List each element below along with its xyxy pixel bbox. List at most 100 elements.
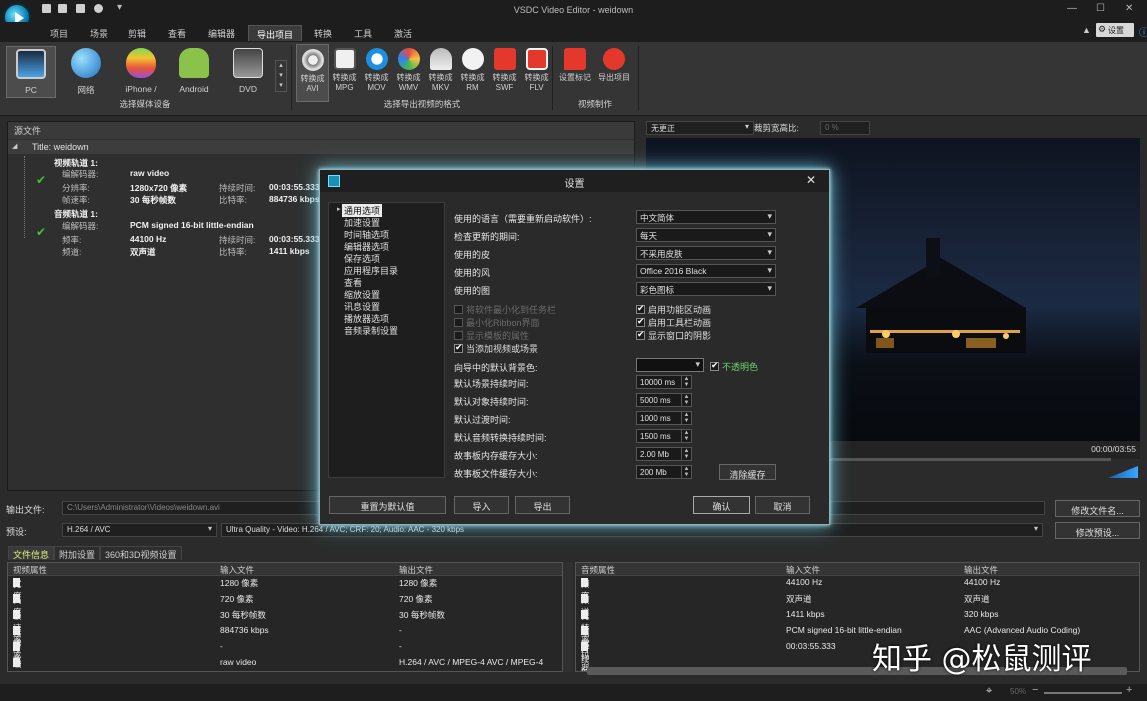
convert-avi-button[interactable]: 转换成 AVI — [296, 44, 329, 102]
ok-button[interactable]: 确认 — [693, 496, 750, 514]
menu-convert[interactable]: 转换 — [306, 25, 340, 41]
spin-input[interactable]: 1000 ms ▲ ▼ — [636, 411, 692, 425]
spin-arrows-icon[interactable]: ▲ ▼ — [681, 448, 691, 460]
minimize-icon[interactable]: — — [1067, 3, 1077, 14]
settings-checkbox[interactable]: 当添加视频或场景 — [454, 342, 538, 355]
menu-scene[interactable]: 场景 — [82, 25, 116, 41]
convert-mkv-button[interactable]: 转换成 MKV — [424, 44, 457, 102]
menu-activate[interactable]: 激活 — [386, 25, 420, 41]
convert-swf-button[interactable]: 转换成 SWF — [488, 44, 521, 102]
device-iphone-button[interactable]: iPhone / — [116, 46, 166, 98]
new-project-icon[interactable] — [42, 4, 51, 13]
reset-defaults-button[interactable]: 重置为默认值 — [329, 496, 446, 514]
setting-dropdown[interactable]: 彩色图标 — [636, 282, 776, 296]
table-row[interactable]: 帧速率30 每秒帧数30 每秒帧数 — [8, 608, 562, 645]
settings-checkbox[interactable]: 显示模板的属性 — [454, 329, 529, 342]
undo-icon[interactable] — [94, 4, 103, 13]
table-row[interactable]: 方位-- — [8, 640, 562, 665]
spin-input[interactable]: 10000 ms ▲ ▼ — [636, 375, 692, 389]
open-project-icon[interactable] — [58, 4, 67, 13]
ribbon-collapse-icon[interactable]: ▲ — [1082, 25, 1091, 35]
dialog-close-icon[interactable]: ✕ — [806, 173, 816, 187]
menu-export-project[interactable]: 导出项目 — [248, 25, 303, 41]
setting-dropdown[interactable]: 中文简体 — [636, 210, 776, 224]
table-row[interactable]: 比特率884736 kbps- — [8, 624, 562, 661]
device-dvd-button[interactable]: DVD — [224, 46, 272, 98]
video-track-check-icon: ✔ — [36, 173, 47, 187]
zoom-in-icon[interactable]: + — [1126, 684, 1132, 696]
set-markers-button[interactable]: 设置标记 — [557, 44, 593, 102]
zoom-slider[interactable] — [1044, 692, 1122, 694]
maximize-icon[interactable]: ☐ — [1096, 3, 1105, 14]
correction-select[interactable]: 无更正 — [646, 121, 754, 135]
output-file-field-tail[interactable] — [830, 501, 1045, 515]
table-scrollbar[interactable] — [563, 562, 573, 672]
export-project-button[interactable]: 导出项目 — [595, 44, 633, 102]
bg-color-picker[interactable]: ▾ — [636, 358, 704, 372]
opaque-checkbox[interactable]: 不透明色 — [710, 360, 758, 373]
menu-project[interactable]: 项目 — [42, 25, 76, 41]
table-row[interactable]: 频道双声道双声道 — [576, 592, 1139, 617]
clear-cache-button[interactable]: 清除缓存 — [719, 464, 776, 480]
settings-checkbox[interactable]: 最小化Ribbon界面 — [454, 316, 540, 329]
spin-input[interactable]: 5000 ms ▲ ▼ — [636, 393, 692, 407]
spin-arrows-icon[interactable]: ▲ ▼ — [681, 376, 691, 388]
spin-input[interactable]: 200 Mb ▲ ▼ — [636, 465, 692, 479]
tab-file-info[interactable]: 文件信息 — [8, 546, 55, 560]
quick-access-dropdown-icon[interactable]: ▾ — [117, 2, 122, 13]
setting-dropdown[interactable]: 不采用皮肤 — [636, 246, 776, 260]
convert-wmv-button[interactable]: 转换成 WMV — [392, 44, 425, 102]
spin-arrows-icon[interactable]: ▲ ▼ — [681, 466, 691, 478]
volume-icon[interactable] — [1108, 466, 1138, 478]
convert-rm-button[interactable]: 转换成 RM — [456, 44, 489, 102]
convert-mpg-button[interactable]: 转换成 MPG — [328, 44, 361, 102]
tab-extra-settings[interactable]: 附加设置 — [54, 546, 101, 560]
save-icon[interactable] — [76, 4, 85, 13]
table-row[interactable]: 编解码器 raw video H.264 / AVC / MPEG-4 AVC / … — [8, 656, 562, 671]
setting-dropdown[interactable]: Office 2016 Black — [636, 264, 776, 278]
preset-select[interactable]: Ultra Quality - Video: H.264 / AVC; CRF:… — [221, 523, 1043, 537]
codec-select[interactable]: H.264 / AVC — [62, 523, 217, 537]
device-more-icon[interactable]: ▴ ▾ ▾ — [275, 60, 287, 92]
setting-dropdown[interactable]: 每天 — [636, 228, 776, 242]
table-row[interactable]: 宽度1280 像素1280 像素 — [8, 576, 562, 601]
spin-input[interactable]: 2.00 Mb ▲ ▼ — [636, 447, 692, 461]
title-row[interactable]: ◢ Title: weidown — [8, 140, 634, 154]
spin-arrows-icon[interactable]: ▲ ▼ — [681, 430, 691, 442]
menu-editor[interactable]: 编辑器 — [200, 25, 243, 41]
table-row[interactable]: 频率44100 Hz44100 Hz — [576, 576, 1139, 601]
collapse-icon[interactable]: ◢ — [12, 142, 17, 150]
menu-view[interactable]: 查看 — [160, 25, 194, 41]
close-window-icon[interactable]: ✕ — [1125, 3, 1133, 14]
zoom-out-icon[interactable]: − — [1032, 684, 1038, 696]
cancel-button[interactable]: 取消 — [755, 496, 810, 514]
import-button[interactable]: 导入 — [454, 496, 509, 514]
edit-preset-button[interactable]: 修改预设... — [1055, 522, 1140, 539]
table-row[interactable]: 比特率1411 kbps320 kbps — [576, 608, 1139, 645]
settings-checkbox[interactable]: 启用功能区动画 — [636, 303, 711, 316]
spin-arrows-icon[interactable]: ▲ ▼ — [681, 412, 691, 424]
rename-file-button[interactable]: 修改文件名... — [1055, 500, 1140, 517]
export-button[interactable]: 导出 — [515, 496, 570, 514]
device-web-button[interactable]: 网络 — [62, 46, 110, 98]
menu-edit[interactable]: 剪辑 — [120, 25, 154, 41]
device-pc-button[interactable]: PC — [6, 46, 56, 98]
help-icon[interactable]: ⓘ — [1139, 24, 1147, 39]
menu-tools[interactable]: 工具 — [346, 25, 380, 41]
crosshair-icon[interactable]: ⌖ — [986, 685, 992, 698]
table-row[interactable]: 高度720 像素720 像素 — [8, 592, 562, 617]
device-android-button[interactable]: Android — [168, 46, 220, 98]
crop-ratio-spin[interactable]: 0 % — [820, 121, 870, 135]
spin-arrows-icon[interactable]: ▲ ▼ — [681, 394, 691, 406]
settings-button[interactable]: ⚙ 设置 — [1096, 23, 1134, 37]
flash-icon — [493, 48, 516, 70]
settings-checkbox[interactable]: 启用工具栏动画 — [636, 316, 711, 329]
tab-360-3d-settings[interactable]: 360和3D视频设置 — [100, 546, 182, 560]
convert-mov-button[interactable]: 转换成 MOV — [360, 44, 393, 102]
spin-input[interactable]: 1500 ms ▲ ▼ — [636, 429, 692, 443]
settings-checkbox[interactable]: 显示窗口的阴影 — [636, 329, 711, 342]
settings-checkbox[interactable]: 将软件最小化到任务栏 — [454, 303, 556, 316]
settings-nav-item[interactable]: 音频录制设置 — [344, 324, 398, 337]
convert-flv-button[interactable]: 转换成 FLV — [520, 44, 553, 102]
output-file-field[interactable]: C:\Users\Administrator\Videos\weidown.av… — [62, 501, 324, 515]
